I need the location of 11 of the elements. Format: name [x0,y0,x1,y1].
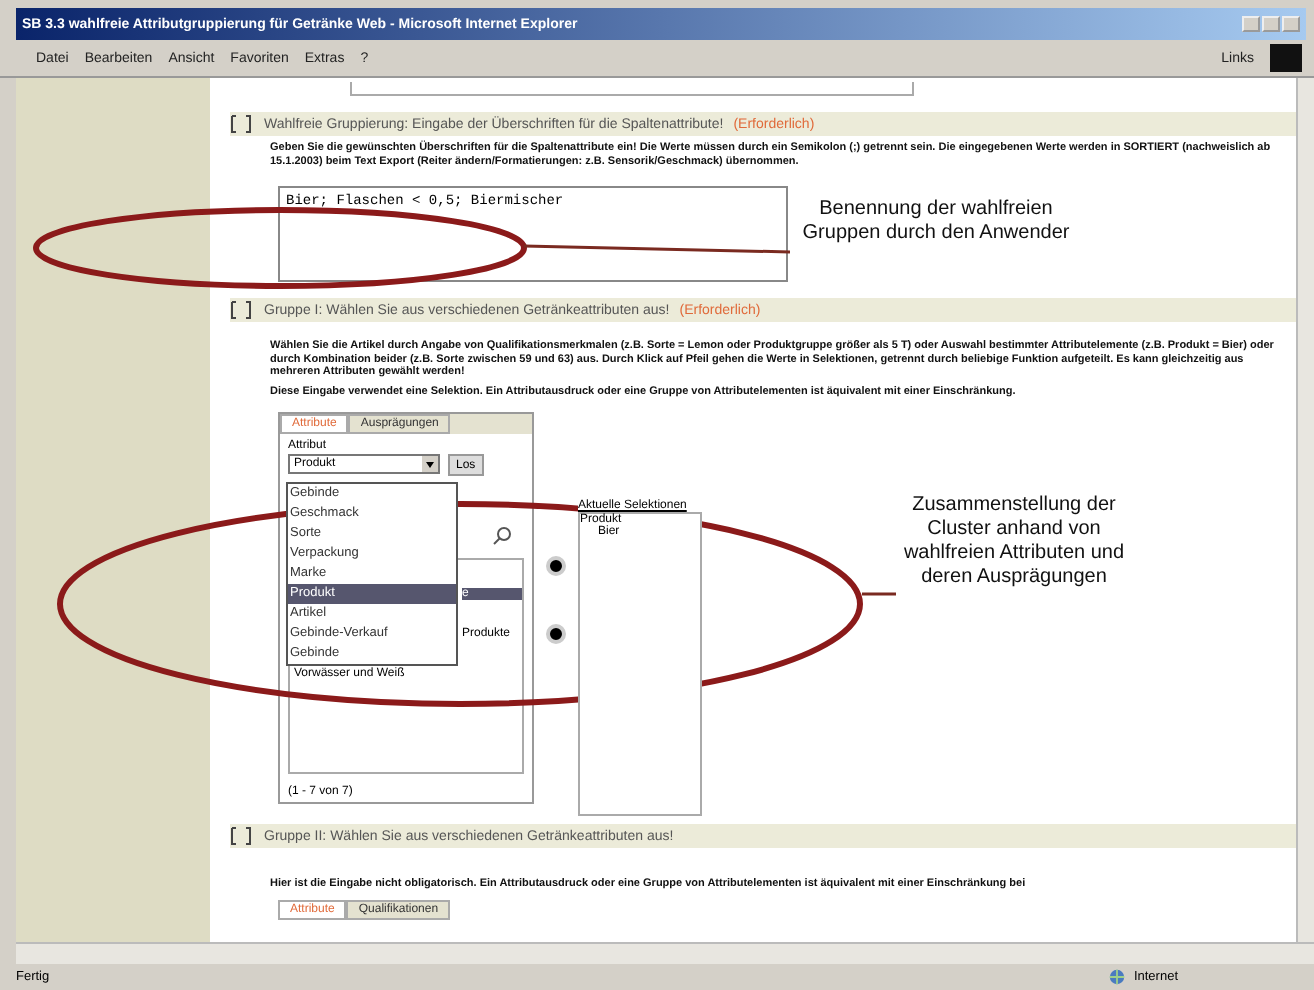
bracket-icon[interactable] [230,114,254,134]
search-icon[interactable] [492,526,512,546]
add-arrow-button[interactable] [546,556,566,576]
annotation-text: Benennung der wahlfreien Gruppen durch den Anwender [800,198,1072,246]
globe-icon [1107,968,1126,986]
annotation-text: Zusammenstellung der Cluster anhand von wahlfreien Attributen und deren Ausprägungen [901,494,1127,590]
dropdown-arrow-icon[interactable] [422,456,438,472]
remove-arrow-button[interactable] [546,624,566,644]
bracket-icon[interactable] [230,826,254,846]
leader-line [862,592,896,596]
bracket-icon[interactable] [230,300,254,320]
